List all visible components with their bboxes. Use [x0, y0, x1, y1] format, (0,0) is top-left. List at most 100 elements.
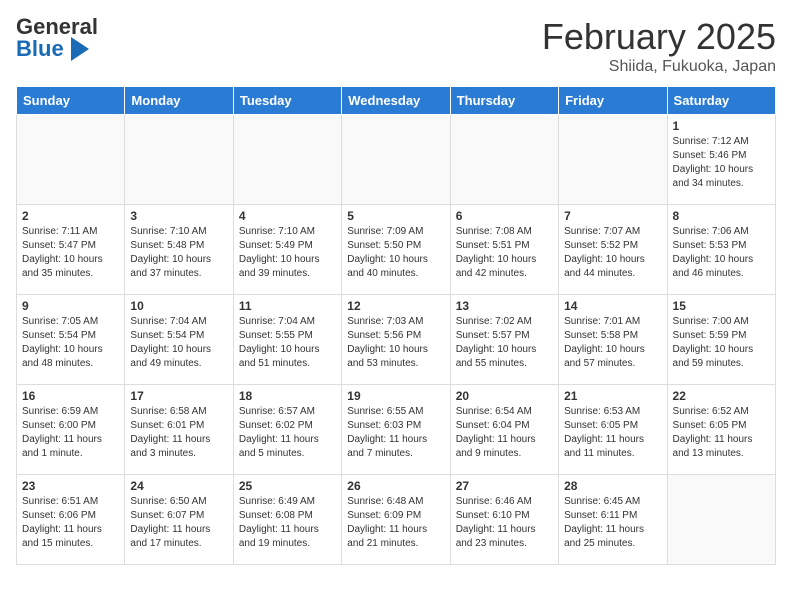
day-number: 20	[456, 389, 553, 403]
day-info: Sunrise: 6:52 AM Sunset: 6:05 PM Dayligh…	[673, 405, 770, 461]
calendar-cell: 24Sunrise: 6:50 AM Sunset: 6:07 PM Dayli…	[125, 475, 233, 565]
calendar-cell: 4 Sunrise: 7:10 AM Sunset: 5:49 PM Daylig…	[233, 205, 341, 295]
day-number: 11	[239, 299, 336, 313]
weekday-header-monday: Monday	[125, 87, 233, 115]
day-info: Sunrise: 6:46 AM Sunset: 6:10 PM Dayligh…	[456, 495, 553, 551]
calendar-cell: 7Sunrise: 7:07 AM Sunset: 5:52 PM Daylig…	[559, 205, 667, 295]
calendar-cell: 23 Sunrise: 6:51 AM Sunset: 6:06 PM Dayli…	[17, 475, 125, 565]
day-info: Sunrise: 6:58 AM Sunset: 6:01 PM Dayligh…	[130, 405, 227, 461]
day-info: Sunrise: 7:04 AM Sunset: 5:55 PM Dayligh…	[239, 315, 336, 371]
day-number: 23	[22, 479, 119, 493]
calendar-week-4: 16 Sunrise: 6:59 AM Sunset: 6:00 PM Dayli…	[17, 385, 776, 475]
day-info: Sunrise: 7:05 AM Sunset: 5:54 PM Dayligh…	[22, 315, 119, 371]
day-info: Sunrise: 7:11 AM Sunset: 5:47 PM Dayligh…	[22, 225, 119, 281]
day-info: Sunrise: 6:51 AM Sunset: 6:06 PM Dayligh…	[22, 495, 119, 551]
calendar-cell: 14Sunrise: 7:01 AM Sunset: 5:58 PM Dayli…	[559, 295, 667, 385]
calendar-cell: 1 Sunrise: 7:12 AM Sunset: 5:46 PM Daylig…	[667, 115, 775, 205]
day-number: 27	[456, 479, 553, 493]
calendar-week-3: 9 Sunrise: 7:05 AM Sunset: 5:54 PM Daylig…	[17, 295, 776, 385]
calendar-cell: 17 Sunrise: 6:58 AM Sunset: 6:01 PM Dayli…	[125, 385, 233, 475]
day-info: Sunrise: 7:07 AM Sunset: 5:52 PM Dayligh…	[564, 225, 661, 281]
calendar-cell: 19 Sunrise: 6:55 AM Sunset: 6:03 PM Dayli…	[342, 385, 450, 475]
day-number: 2	[22, 209, 119, 223]
weekday-header-wednesday: Wednesday	[342, 87, 450, 115]
calendar-cell: 6Sunrise: 7:08 AM Sunset: 5:51 PM Daylig…	[450, 205, 558, 295]
calendar-cell: 3 Sunrise: 7:10 AM Sunset: 5:48 PM Daylig…	[125, 205, 233, 295]
month-year-title: February 2025	[542, 16, 776, 58]
calendar-cell	[17, 115, 125, 205]
day-number: 9	[22, 299, 119, 313]
calendar-cell: 16 Sunrise: 6:59 AM Sunset: 6:00 PM Dayli…	[17, 385, 125, 475]
calendar-cell: 21 Sunrise: 6:53 AM Sunset: 6:05 PM Dayli…	[559, 385, 667, 475]
calendar-cell: 9 Sunrise: 7:05 AM Sunset: 5:54 PM Daylig…	[17, 295, 125, 385]
day-number: 22	[673, 389, 770, 403]
calendar-cell: 12 Sunrise: 7:03 AM Sunset: 5:56 PM Dayli…	[342, 295, 450, 385]
calendar-cell: 25 Sunrise: 6:49 AM Sunset: 6:08 PM Dayli…	[233, 475, 341, 565]
day-number: 28	[564, 479, 661, 493]
day-info: Sunrise: 7:02 AM Sunset: 5:57 PM Dayligh…	[456, 315, 553, 371]
logo-triangle-icon	[71, 37, 89, 61]
day-number: 26	[347, 479, 444, 493]
day-info: Sunrise: 7:00 AM Sunset: 5:59 PM Dayligh…	[673, 315, 770, 371]
day-info: Sunrise: 6:48 AM Sunset: 6:09 PM Dayligh…	[347, 495, 444, 551]
weekday-header-friday: Friday	[559, 87, 667, 115]
calendar-cell	[342, 115, 450, 205]
calendar-cell: 8 Sunrise: 7:06 AM Sunset: 5:53 PM Daylig…	[667, 205, 775, 295]
calendar-table: SundayMondayTuesdayWednesdayThursdayFrid…	[16, 86, 776, 565]
day-number: 17	[130, 389, 227, 403]
calendar-cell: 20 Sunrise: 6:54 AM Sunset: 6:04 PM Dayli…	[450, 385, 558, 475]
day-number: 18	[239, 389, 336, 403]
calendar-cell: 26 Sunrise: 6:48 AM Sunset: 6:09 PM Dayli…	[342, 475, 450, 565]
calendar-week-5: 23 Sunrise: 6:51 AM Sunset: 6:06 PM Dayli…	[17, 475, 776, 565]
day-info: Sunrise: 6:54 AM Sunset: 6:04 PM Dayligh…	[456, 405, 553, 461]
title-block: February 2025 Shiida, Fukuoka, Japan	[542, 16, 776, 76]
calendar-cell	[450, 115, 558, 205]
day-number: 12	[347, 299, 444, 313]
calendar-cell: 5 Sunrise: 7:09 AM Sunset: 5:50 PM Daylig…	[342, 205, 450, 295]
day-number: 3	[130, 209, 227, 223]
day-info: Sunrise: 7:12 AM Sunset: 5:46 PM Dayligh…	[673, 135, 770, 191]
weekday-header-saturday: Saturday	[667, 87, 775, 115]
calendar-week-1: 1 Sunrise: 7:12 AM Sunset: 5:46 PM Daylig…	[17, 115, 776, 205]
day-number: 13	[456, 299, 553, 313]
logo: General Blue	[16, 16, 98, 60]
day-number: 8	[673, 209, 770, 223]
day-number: 19	[347, 389, 444, 403]
logo-blue-text: Blue	[16, 38, 92, 60]
day-number: 25	[239, 479, 336, 493]
calendar-cell	[667, 475, 775, 565]
calendar-cell: 11 Sunrise: 7:04 AM Sunset: 5:55 PM Dayli…	[233, 295, 341, 385]
calendar-cell: 2 Sunrise: 7:11 AM Sunset: 5:47 PM Daylig…	[17, 205, 125, 295]
day-number: 14	[564, 299, 661, 313]
day-info: Sunrise: 6:45 AM Sunset: 6:11 PM Dayligh…	[564, 495, 661, 551]
day-number: 6	[456, 209, 553, 223]
day-number: 5	[347, 209, 444, 223]
calendar-week-2: 2 Sunrise: 7:11 AM Sunset: 5:47 PM Daylig…	[17, 205, 776, 295]
day-info: Sunrise: 7:10 AM Sunset: 5:49 PM Dayligh…	[239, 225, 336, 281]
day-number: 4	[239, 209, 336, 223]
page-header: General Blue February 2025 Shiida, Fukuo…	[16, 16, 776, 76]
day-info: Sunrise: 6:59 AM Sunset: 6:00 PM Dayligh…	[22, 405, 119, 461]
day-info: Sunrise: 6:57 AM Sunset: 6:02 PM Dayligh…	[239, 405, 336, 461]
weekday-header-thursday: Thursday	[450, 87, 558, 115]
calendar-header: SundayMondayTuesdayWednesdayThursdayFrid…	[17, 87, 776, 115]
day-info: Sunrise: 6:55 AM Sunset: 6:03 PM Dayligh…	[347, 405, 444, 461]
day-info: Sunrise: 6:53 AM Sunset: 6:05 PM Dayligh…	[564, 405, 661, 461]
day-info: Sunrise: 7:06 AM Sunset: 5:53 PM Dayligh…	[673, 225, 770, 281]
calendar-cell: 28 Sunrise: 6:45 AM Sunset: 6:11 PM Dayli…	[559, 475, 667, 565]
day-info: Sunrise: 7:10 AM Sunset: 5:48 PM Dayligh…	[130, 225, 227, 281]
logo-general-text: General	[16, 16, 98, 38]
day-number: 16	[22, 389, 119, 403]
day-number: 24	[130, 479, 227, 493]
day-info: Sunrise: 7:03 AM Sunset: 5:56 PM Dayligh…	[347, 315, 444, 371]
day-info: Sunrise: 7:09 AM Sunset: 5:50 PM Dayligh…	[347, 225, 444, 281]
calendar-cell: 18 Sunrise: 6:57 AM Sunset: 6:02 PM Dayli…	[233, 385, 341, 475]
weekday-header-row: SundayMondayTuesdayWednesdayThursdayFrid…	[17, 87, 776, 115]
calendar-cell: 27 Sunrise: 6:46 AM Sunset: 6:10 PM Dayli…	[450, 475, 558, 565]
day-info: Sunrise: 6:49 AM Sunset: 6:08 PM Dayligh…	[239, 495, 336, 551]
day-number: 21	[564, 389, 661, 403]
calendar-cell: 10Sunrise: 7:04 AM Sunset: 5:54 PM Dayli…	[125, 295, 233, 385]
day-number: 1	[673, 119, 770, 133]
calendar-cell: 15Sunrise: 7:00 AM Sunset: 5:59 PM Dayli…	[667, 295, 775, 385]
calendar-cell	[559, 115, 667, 205]
